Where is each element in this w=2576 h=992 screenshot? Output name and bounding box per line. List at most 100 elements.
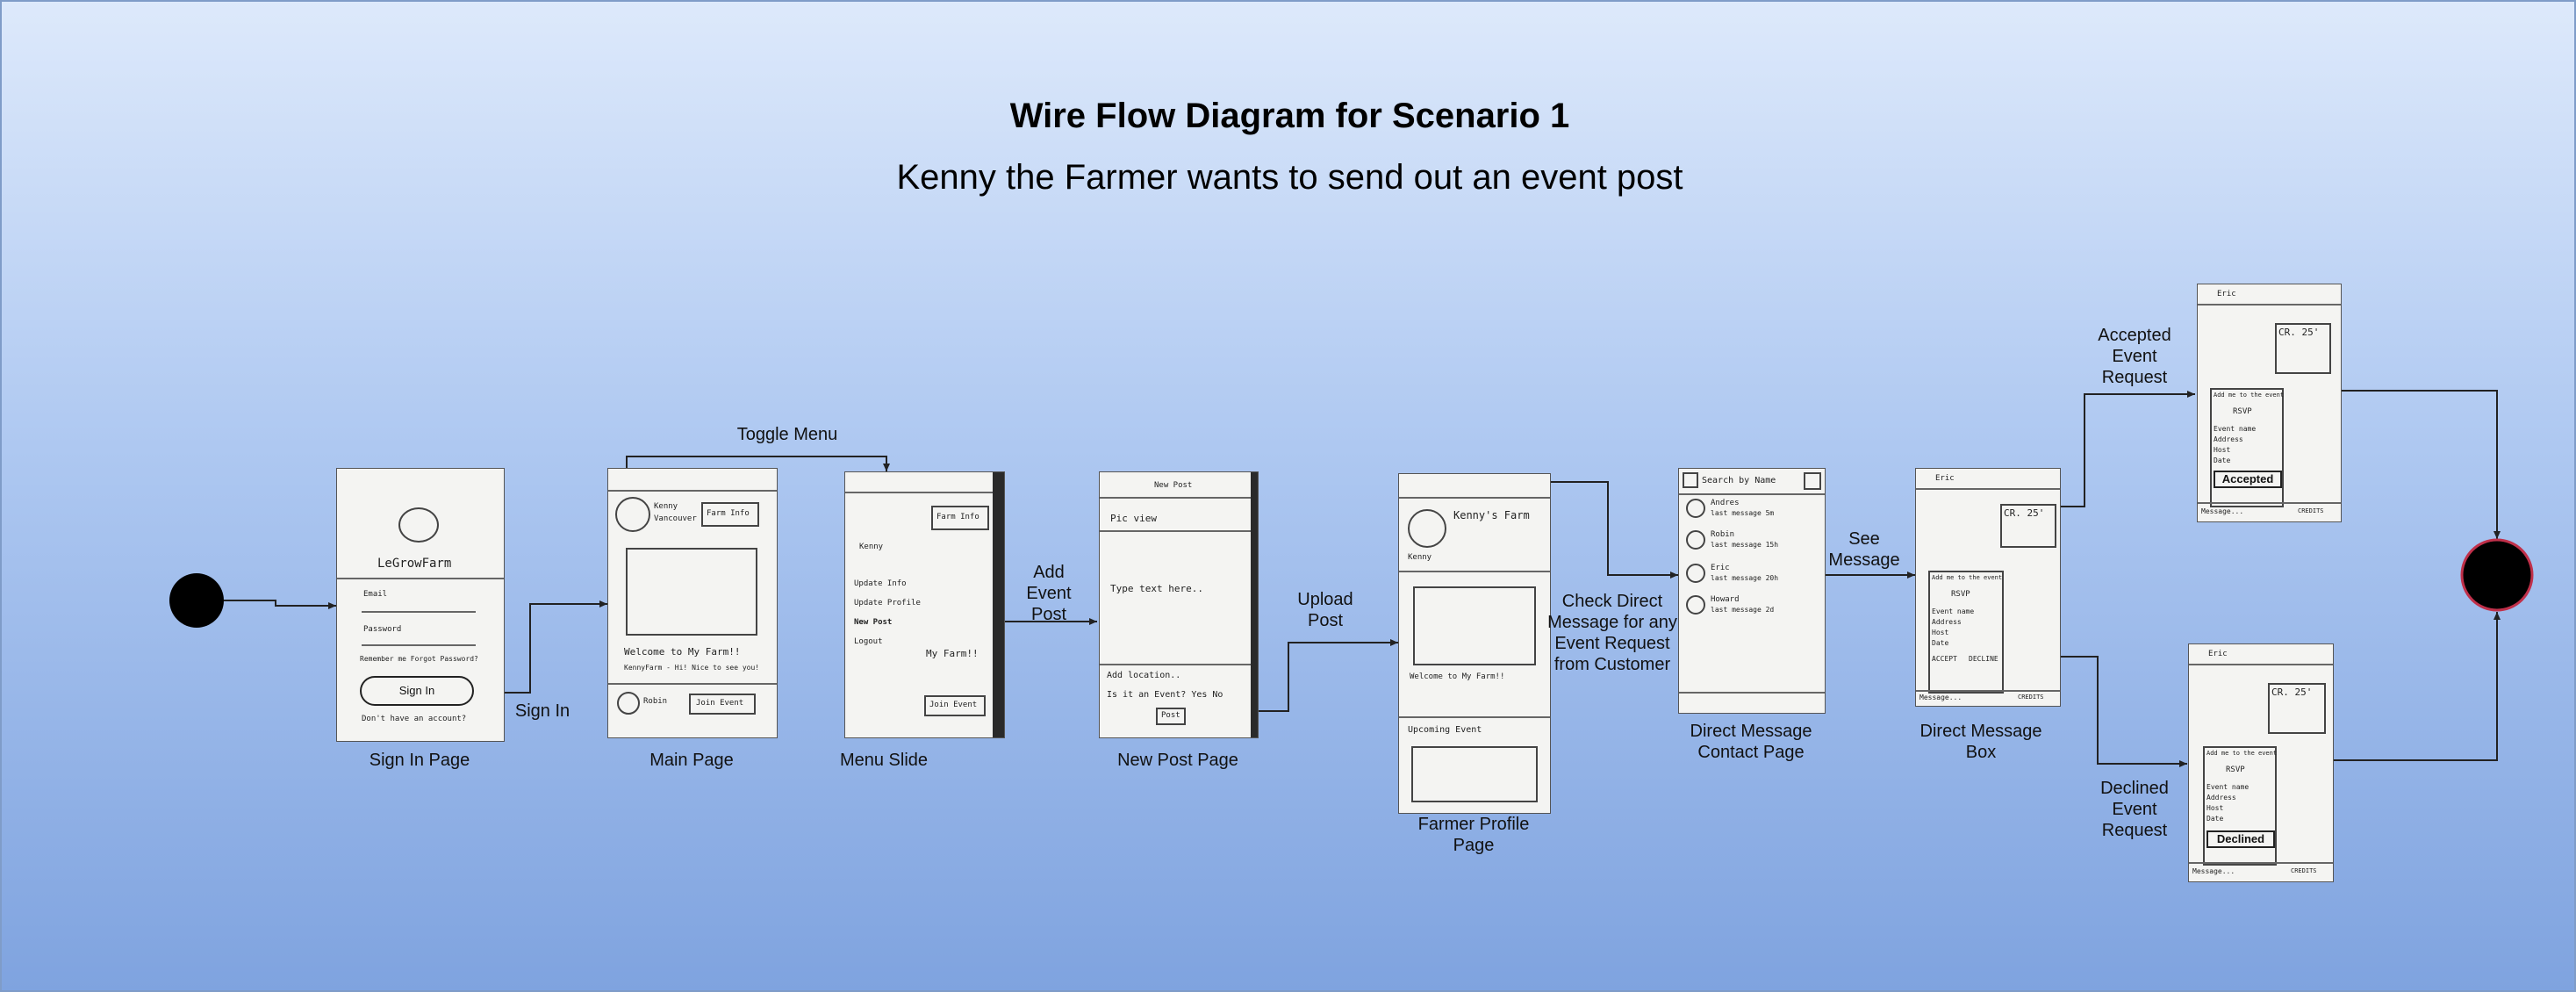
dm-contact-caption-2: Contact Page bbox=[1697, 743, 1805, 762]
welcome-text: My Farm!! bbox=[926, 648, 979, 659]
dm-box-sketch: Eric CR. 25' Add me to the event RSVP Ev… bbox=[1915, 468, 2061, 707]
contact-last-message: last message 20h bbox=[1711, 574, 1779, 582]
edge-check-dm bbox=[1538, 481, 1678, 579]
event-image bbox=[1411, 746, 1538, 802]
event-address-line: Address bbox=[2214, 435, 2243, 443]
end-node bbox=[2460, 538, 2534, 612]
avatar bbox=[1408, 509, 1446, 548]
message-input: Message... bbox=[1919, 694, 1962, 701]
edge-label-line: Upload bbox=[1297, 590, 1353, 609]
rsvp-label: RSVP bbox=[1951, 590, 1970, 599]
edge-label-line: Accepted bbox=[2098, 326, 2171, 345]
edge-accepted-to-end bbox=[2340, 390, 2501, 539]
divider bbox=[1100, 530, 1258, 532]
profile-name: Kenny bbox=[654, 502, 678, 511]
event-host-line: Host bbox=[2214, 446, 2231, 454]
post-author: Robin bbox=[643, 697, 668, 706]
back-button bbox=[1683, 472, 1698, 488]
avatar bbox=[615, 497, 650, 532]
edge-label-add-event-post: Add Event Post bbox=[1005, 562, 1093, 625]
contact-name: Howard bbox=[1711, 595, 1740, 604]
menu-shadow bbox=[993, 472, 1004, 737]
divider bbox=[1916, 690, 2060, 692]
event-date-line: Date bbox=[1932, 639, 1949, 647]
dm-contact-caption-1: Direct Message bbox=[1690, 722, 1812, 741]
dm-box-caption-2: Box bbox=[1965, 743, 1997, 762]
edge-label-accepted: Accepted Event Request bbox=[2091, 325, 2178, 388]
event-card-title: Add me to the event bbox=[2206, 750, 2278, 757]
profile-name: Kenny bbox=[859, 543, 884, 551]
divider bbox=[2198, 304, 2341, 306]
accepted-request-sketch: Eric CR. 25' Add me to the event RSVP Ev… bbox=[2197, 284, 2342, 522]
logo-icon bbox=[398, 507, 439, 543]
contact-avatar bbox=[1686, 595, 1705, 615]
farm-image bbox=[1413, 586, 1536, 665]
welcome-text: Welcome to My Farm!! bbox=[1410, 672, 1505, 681]
sign-in-button: Sign In bbox=[360, 676, 474, 706]
email-label: Email bbox=[363, 590, 388, 599]
add-contact-button bbox=[1804, 472, 1821, 490]
divider bbox=[1100, 497, 1258, 499]
page-header: New Post bbox=[1154, 481, 1193, 490]
join-event-label: Join Event bbox=[929, 701, 978, 709]
credit-bubble-title: CR. 25' bbox=[2271, 686, 2313, 698]
edge-label-toggle-menu: Toggle Menu bbox=[736, 425, 838, 444]
edge-label-line: Post bbox=[1307, 611, 1344, 630]
contact-name: Robin bbox=[1711, 530, 1735, 539]
event-host-line: Host bbox=[2206, 804, 2224, 812]
contact-last-message: last message 5m bbox=[1711, 509, 1775, 517]
divider bbox=[1399, 571, 1550, 572]
event-host-line: Host bbox=[1932, 629, 1949, 636]
profile-role: Vancouver bbox=[654, 514, 697, 523]
divider bbox=[2189, 664, 2333, 665]
main-page-caption: Main Page bbox=[649, 751, 734, 770]
credits-button: CREDITS bbox=[2018, 694, 2044, 701]
password-label: Password bbox=[363, 625, 402, 634]
farm-title: Kenny's Farm bbox=[1453, 509, 1530, 521]
contact-avatar bbox=[1686, 530, 1705, 550]
signup-link: Don't have an account? bbox=[362, 715, 467, 723]
edge-label-line: Request bbox=[2101, 368, 2168, 387]
welcome-text: Welcome to My Farm!! bbox=[624, 646, 741, 658]
declined-status: Declined bbox=[2206, 830, 2275, 848]
contact-name: Andres bbox=[1711, 499, 1740, 507]
email-field bbox=[362, 611, 476, 613]
start-node bbox=[169, 573, 224, 628]
contact-last-message: last message 15h bbox=[1711, 541, 1779, 549]
credit-bubble-title: CR. 25' bbox=[2278, 327, 2320, 338]
contact-avatar bbox=[1686, 499, 1705, 518]
new-post-page-caption: New Post Page bbox=[1117, 751, 1238, 770]
divider bbox=[1916, 488, 2060, 490]
divider bbox=[2198, 502, 2341, 504]
accepted-status: Accepted bbox=[2214, 471, 2282, 488]
farmer-profile-caption-1: Farmer Profile bbox=[1417, 815, 1530, 834]
edge-label-line: Event bbox=[1026, 584, 1072, 603]
location-text: Add location.. bbox=[1107, 671, 1181, 680]
body-placeholder: Type text here.. bbox=[1110, 583, 1203, 594]
edge-start-to-signin bbox=[224, 600, 336, 609]
blurb-text: KennyFarm - Hi! Nice to see you! bbox=[624, 664, 760, 672]
menu-item-update-info: Update Info bbox=[854, 579, 907, 588]
edge-shadow bbox=[1251, 472, 1258, 737]
menu-item-logout: Logout bbox=[854, 637, 883, 646]
edge-label-declined: Declined Event Request bbox=[2091, 778, 2178, 841]
farmer-profile-caption-2: Page bbox=[1453, 836, 1495, 855]
upcoming-event-text: Upcoming Event bbox=[1408, 725, 1482, 735]
event-address-line: Address bbox=[2206, 794, 2236, 802]
post-button-label: Post bbox=[1161, 711, 1180, 720]
contact-name: Eric bbox=[1711, 564, 1730, 572]
rsvp-label: RSVP bbox=[2226, 766, 2245, 774]
credit-bubble-title: CR. 25' bbox=[2004, 507, 2045, 519]
edge-label-line: Event Request bbox=[1554, 634, 1670, 653]
dm-box-caption-1: Direct Message bbox=[1919, 722, 2042, 741]
message-input: Message... bbox=[2201, 507, 2244, 515]
password-field bbox=[362, 644, 476, 646]
farmer-profile-page-sketch: Kenny's Farm Kenny Welcome to My Farm!! … bbox=[1398, 473, 1551, 814]
edge-label-line: Message bbox=[1828, 550, 1900, 570]
credits-button: CREDITS bbox=[2291, 867, 2317, 874]
divider bbox=[337, 578, 504, 579]
event-name-line: Event name bbox=[2206, 783, 2250, 791]
contact-last-message: last message 2d bbox=[1711, 606, 1775, 614]
event-name-line: Event name bbox=[1932, 607, 1975, 615]
divider bbox=[1100, 664, 1258, 665]
